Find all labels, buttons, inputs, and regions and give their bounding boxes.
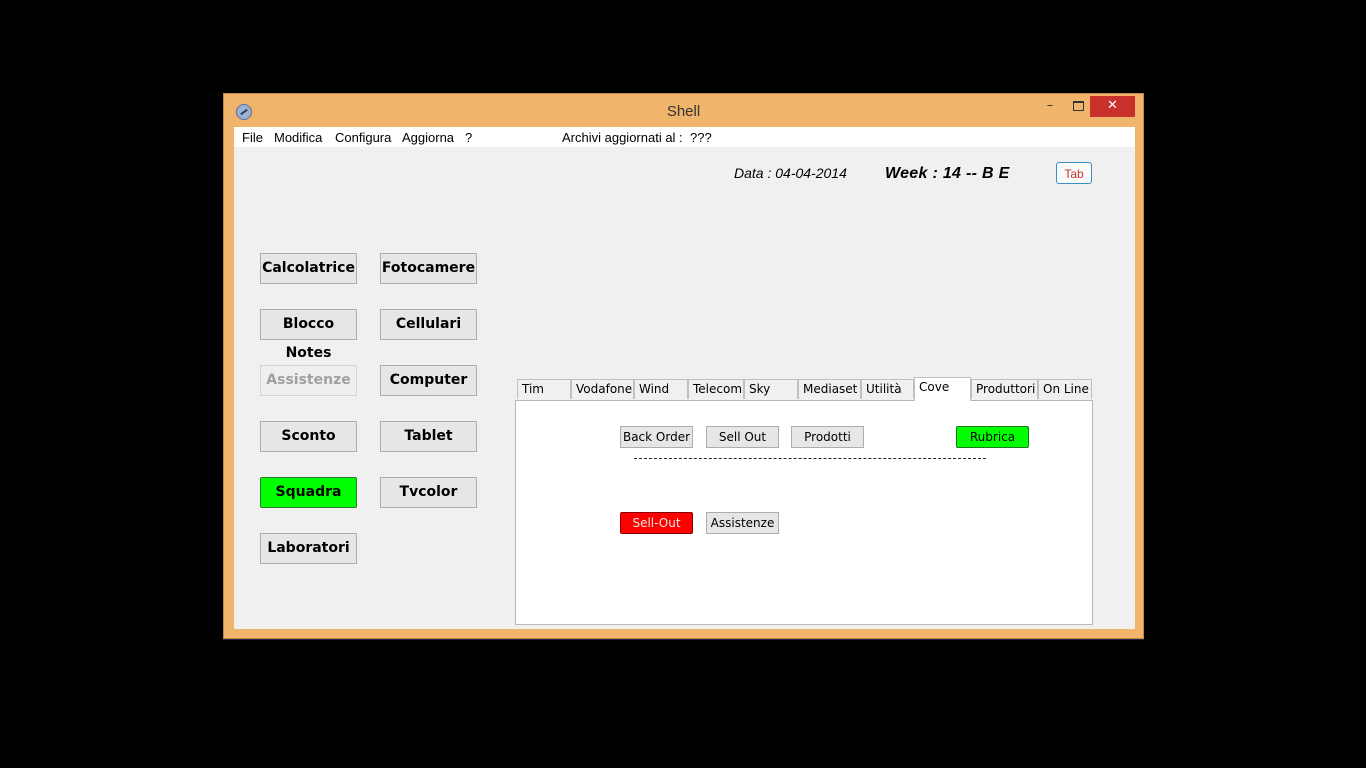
- maximize-icon: [1072, 100, 1084, 111]
- laboratori-button[interactable]: Laboratori: [260, 533, 357, 564]
- back-order-button[interactable]: Back Order: [620, 426, 693, 448]
- client-area: File Modifica Configura Aggiorna ? Archi…: [234, 127, 1135, 715]
- separator-line: [634, 458, 986, 459]
- sell-out-button[interactable]: Sell Out: [706, 426, 779, 448]
- maximize-button[interactable]: [1065, 96, 1091, 116]
- tab-wind[interactable]: Wind: [634, 379, 688, 399]
- date-label: Data : 04-04-2014: [734, 165, 847, 181]
- footer-rev: Rev. 0.5.10: [939, 701, 1000, 715]
- assistenze-button: Assistenze: [260, 365, 357, 396]
- cellulari-button[interactable]: Cellulari: [380, 309, 477, 340]
- menu-modifica[interactable]: Modifica: [274, 130, 322, 145]
- footer-credit: Software By Troyer Alberto: [771, 701, 914, 715]
- fotocamere-button[interactable]: Fotocamere: [380, 253, 477, 284]
- tab-cove[interactable]: Cove: [914, 377, 971, 401]
- tab-sky[interactable]: Sky: [744, 379, 798, 399]
- tab-produttori[interactable]: Produttori: [971, 379, 1038, 399]
- tab-telecom[interactable]: Telecom: [688, 379, 744, 399]
- title-bar: Shell – ✕: [224, 94, 1143, 126]
- menu-bar: File Modifica Configura Aggiorna ? Archi…: [234, 127, 1135, 147]
- tvcolor-button[interactable]: Tvcolor: [380, 477, 477, 508]
- sconto-button[interactable]: Sconto: [260, 421, 357, 452]
- menu-configura[interactable]: Configura: [335, 130, 391, 145]
- tab-online[interactable]: On Line: [1038, 379, 1092, 399]
- squadra-button[interactable]: Squadra: [260, 477, 357, 508]
- rubrica-button[interactable]: Rubrica: [956, 426, 1029, 448]
- computer-button[interactable]: Computer: [380, 365, 477, 396]
- menu-file[interactable]: File: [242, 130, 263, 145]
- menu-help[interactable]: ?: [465, 130, 472, 145]
- app-window: Shell – ✕ File Modifica Configura Aggior…: [223, 93, 1144, 715]
- blocco-notes-button[interactable]: Blocco Notes: [260, 309, 357, 361]
- close-button[interactable]: ✕: [1090, 96, 1135, 117]
- assistenze-panel-button[interactable]: Assistenze: [706, 512, 779, 534]
- prodotti-button[interactable]: Prodotti: [791, 426, 864, 448]
- tablet-button[interactable]: Tablet: [380, 421, 477, 452]
- tab-utilita[interactable]: Utilità: [861, 379, 914, 399]
- tab-tim[interactable]: Tim: [517, 379, 571, 399]
- menu-aggiorna[interactable]: Aggiorna: [402, 130, 454, 145]
- tab-button[interactable]: Tab: [1056, 162, 1092, 184]
- sell-out-red-button[interactable]: Sell-Out: [620, 512, 693, 534]
- week-label: Week : 14 -- B E: [885, 165, 1010, 182]
- tab-mediaset[interactable]: Mediaset: [798, 379, 861, 399]
- tab-vodafone[interactable]: Vodafone: [571, 379, 634, 399]
- minimize-button[interactable]: –: [1037, 96, 1063, 116]
- footer-date: 31-03-2014: [1010, 701, 1072, 715]
- calcolatrice-button[interactable]: Calcolatrice: [260, 253, 357, 284]
- window-title: Shell: [666, 103, 701, 120]
- archivi-value: ???: [690, 130, 712, 145]
- archivi-label: Archivi aggiornati al :: [562, 130, 683, 145]
- tab-panel-cove: Back Order Sell Out Prodotti Rubrica Sel…: [515, 400, 1093, 625]
